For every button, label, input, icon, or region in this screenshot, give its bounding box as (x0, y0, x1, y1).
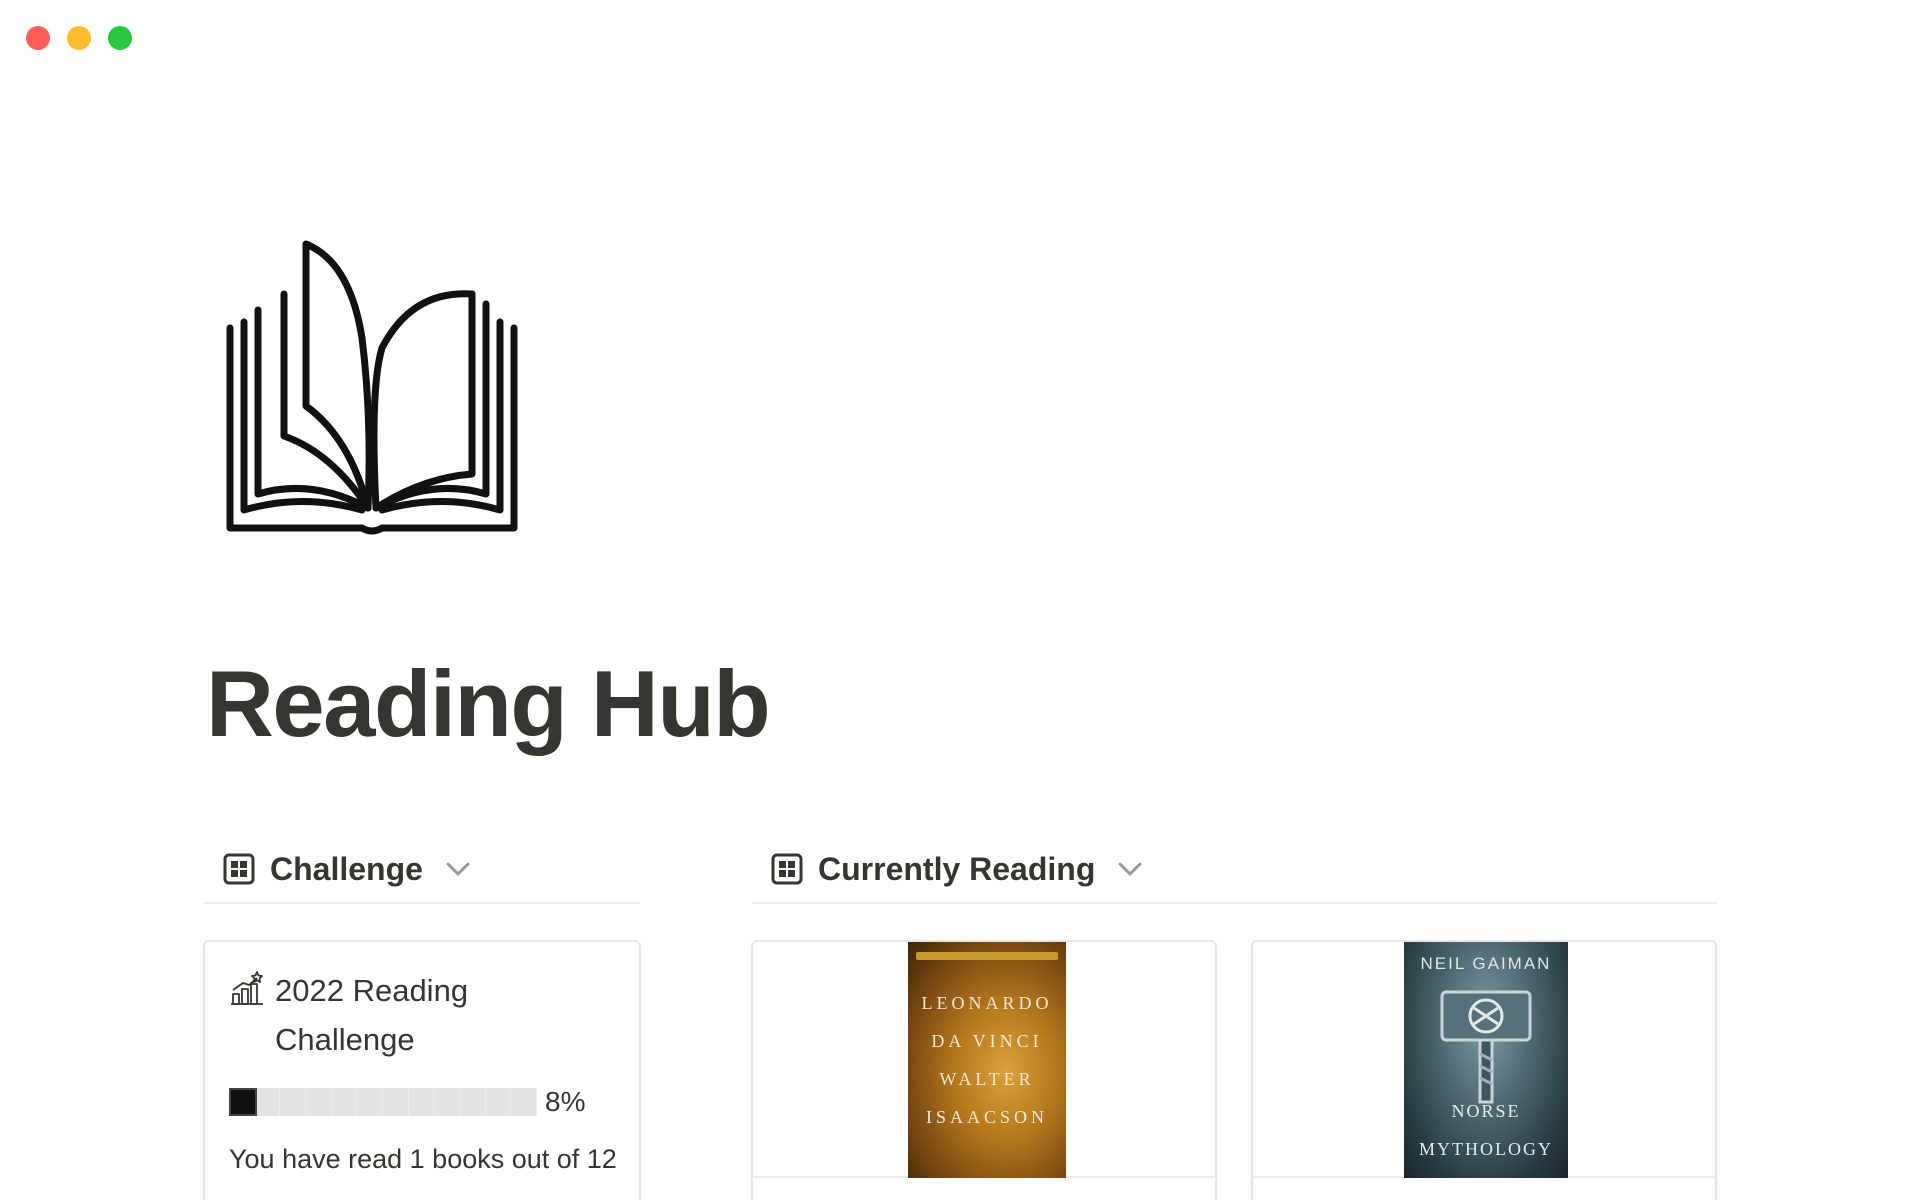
cover-banner (916, 952, 1058, 960)
chevron-down-icon[interactable] (443, 854, 473, 884)
view-title-currently-reading: Currently Reading (818, 850, 1096, 887)
challenge-summary: You have read 1 books out of 12 (229, 1144, 617, 1174)
book-cover: NEIL GAIMAN NORSE MYTHOLOGY (1404, 942, 1568, 1178)
challenge-name: 2022 Reading Challenge (275, 973, 469, 1057)
cover-text-line: NORSE (1451, 1101, 1521, 1121)
cover-text-line: MYTHOLOGY (1419, 1139, 1553, 1159)
book-card[interactable]: NEIL GAIMAN NORSE MYTHOLOGY (1251, 940, 1717, 1200)
book-cover-area: NEIL GAIMAN NORSE MYTHOLOGY (1253, 942, 1715, 1178)
progress-percent: 8% (545, 1086, 586, 1117)
gallery-view-icon (223, 853, 255, 885)
cover-text-line: DA VINCI (931, 1031, 1043, 1051)
hammer-icon (1440, 990, 1532, 1104)
book-cover-area: LEONARDO DA VINCI WALTER ISAACSON (753, 942, 1215, 1178)
book-card[interactable]: LEONARDO DA VINCI WALTER ISAACSON (751, 940, 1217, 1200)
growth-chart-icon (231, 971, 263, 1005)
cover-title: NORSE MYTHOLOGY (1404, 1092, 1568, 1168)
app-window: Reading Hub Challenge Currently Reading (0, 0, 1920, 1200)
minimize-window-button[interactable] (67, 26, 91, 50)
cover-text-line: ISAACSON (925, 1107, 1049, 1127)
cover-author: NEIL GAIMAN (1420, 954, 1552, 973)
window-controls (26, 26, 132, 50)
cover-text-line: LEONARDO (921, 993, 1053, 1013)
maximize-window-button[interactable] (108, 26, 132, 50)
book-cover: LEONARDO DA VINCI WALTER ISAACSON (908, 942, 1066, 1178)
open-book-icon[interactable] (222, 238, 522, 538)
progress-bar-fill (229, 1088, 257, 1116)
challenge-card[interactable]: 2022 Reading Challenge 8% You have read … (203, 940, 641, 1200)
view-title-challenge: Challenge (270, 850, 423, 887)
gallery-view-icon (771, 853, 803, 885)
close-window-button[interactable] (26, 26, 50, 50)
view-header-challenge[interactable]: Challenge (204, 836, 640, 904)
progress-bar (229, 1088, 538, 1116)
page-title[interactable]: Reading Hub (206, 650, 771, 758)
challenge-card-title: 2022 Reading Challenge (229, 966, 615, 1064)
cover-text-line: WALTER (939, 1069, 1035, 1089)
view-header-currently-reading[interactable]: Currently Reading (752, 836, 1717, 904)
chevron-down-icon[interactable] (1115, 854, 1145, 884)
challenge-progress: 8% (229, 1086, 615, 1118)
